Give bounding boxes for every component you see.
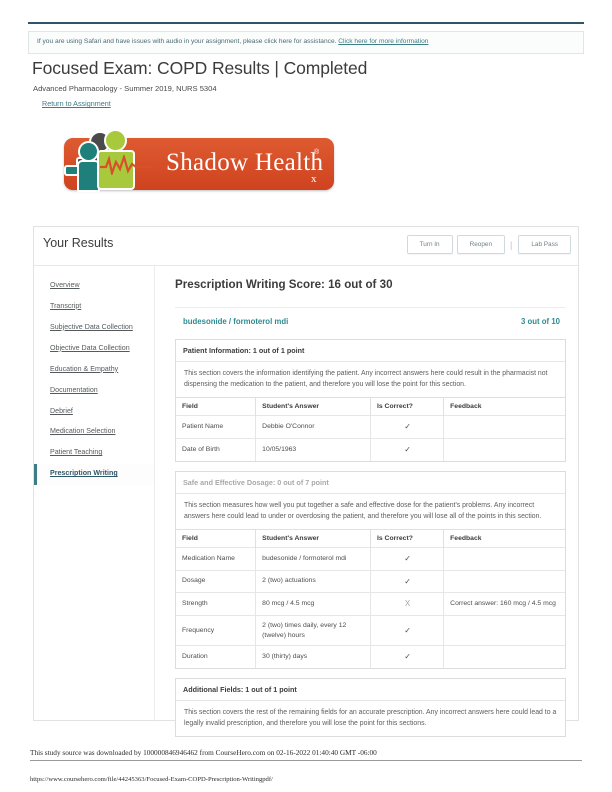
drug-summary-row[interactable]: budesonide / formoterol mdi 3 out of 10 xyxy=(175,307,566,336)
field-column-header: Field xyxy=(176,528,257,548)
cell-student-answer: 10/05/1963 xyxy=(255,437,371,461)
watermark-divider xyxy=(30,760,582,761)
drug-name: budesonide / formoterol mdi xyxy=(183,317,289,326)
drug-score: 3 out of 10 xyxy=(521,317,560,326)
cell-field: Duration xyxy=(176,645,257,668)
results-action-buttons: Turn In Reopen | Lab Pass xyxy=(403,235,571,254)
field-column-header: Field xyxy=(176,397,257,416)
answers-table: Field Student's Answer Is Correct? Feedback… xyxy=(176,528,565,668)
answer-column-header: Student's Answer xyxy=(255,528,371,548)
footer-url: https://www.coursehero.com/file/44245363… xyxy=(30,776,273,783)
score-heading: Prescription Writing Score: 16 out of 30 xyxy=(175,278,393,291)
cell-student-answer: 2 (two) times daily, every 12 (twelve) h… xyxy=(255,614,371,646)
results-body: Overview Transcript Subjective Data Collec… xyxy=(34,266,578,738)
notice-more-info-link[interactable]: Click here for more information xyxy=(338,38,428,45)
feedback-column-header: Feedback xyxy=(443,528,565,548)
cell-student-answer: 30 (thirty) days xyxy=(255,645,371,668)
cell-field: Dosage xyxy=(176,569,257,593)
cell-feedback xyxy=(443,645,565,668)
table-row: Medication Name budesonide / formoterol m… xyxy=(176,546,565,571)
is-correct-column-header: Is Correct? xyxy=(370,528,445,548)
answers-table: Field Student's Answer Is Correct? Feedback… xyxy=(176,397,565,461)
result-section: Additional Fields: 1 out of 1 point This … xyxy=(175,678,566,738)
logo-brand-text: Shadow Health xyxy=(166,149,324,176)
answer-column-header: Student's Answer xyxy=(255,397,371,416)
cross-icon: X xyxy=(370,592,445,616)
reopen-button[interactable]: Reopen xyxy=(456,235,505,254)
table-row: Dosage 2 (two) actuations ✓ xyxy=(176,569,565,593)
table-row: Strength 80 mcg / 4.5 mcg X Correct answer:… xyxy=(176,592,565,616)
results-card: Your Results Turn In Reopen | Lab Pass O… xyxy=(33,226,579,738)
cell-field: Strength xyxy=(176,592,257,616)
check-icon: ✓ xyxy=(370,569,445,593)
cell-student-answer: Debbie O'Connor xyxy=(255,415,371,439)
cell-feedback xyxy=(443,546,565,571)
table-row: Date of Birth 10/05/1963 ✓ xyxy=(176,437,565,461)
feedback-column-header: Feedback xyxy=(443,397,565,416)
results-header: Your Results Turn In Reopen | Lab Pass xyxy=(34,227,578,266)
results-main: Prescription Writing Score: 16 out of 30… xyxy=(155,266,578,738)
cell-student-answer: budesonide / formoterol mdi xyxy=(255,546,371,571)
table-row: Patient Name Debbie O'Connor ✓ xyxy=(176,415,565,439)
course-subtitle: Advanced Pharmacology - Summer 2019, NUR… xyxy=(33,84,217,93)
notice-text: If you are using Safari and have issues … xyxy=(37,38,339,45)
check-icon: ✓ xyxy=(370,614,445,646)
results-heading: Your Results xyxy=(43,236,114,250)
sidebar-item-objective-data-collection[interactable]: Objective Data Collection xyxy=(34,338,154,359)
check-icon: ✓ xyxy=(370,437,445,461)
cell-field: Date of Birth xyxy=(176,437,257,461)
sidebar-item-documentation[interactable]: Documentation xyxy=(34,380,154,401)
coursehero-watermark: This study source was downloaded by 1000… xyxy=(30,748,377,757)
sidebar-item-education-empathy[interactable]: Education & Empathy xyxy=(34,359,154,380)
section-description: This section covers the rest of the rema… xyxy=(184,709,557,728)
cell-field: Frequency xyxy=(176,614,257,646)
return-to-assignment-link[interactable]: Return to Assignment xyxy=(42,99,111,108)
result-section: Patient Information: 1 out of 1 point Thi… xyxy=(175,339,566,462)
check-icon: ✓ xyxy=(370,645,445,668)
check-icon: ✓ xyxy=(370,415,445,439)
section-description: This section covers the information iden… xyxy=(184,370,548,389)
cell-field: Medication Name xyxy=(176,546,257,571)
sidebar-item-overview[interactable]: Overview xyxy=(34,275,154,296)
safari-audio-notice: If you are using Safari and have issues … xyxy=(28,31,584,54)
cell-feedback: Correct answer: 160 mcg / 4.5 mcg xyxy=(443,592,565,616)
turn-in-button[interactable]: Turn In xyxy=(406,235,453,254)
section-title: Additional Fields: 1 out of 1 point xyxy=(176,679,565,701)
sidebar-item-debrief[interactable]: Debrief xyxy=(34,401,154,422)
sidebar-item-transcript[interactable]: Transcript xyxy=(34,296,154,317)
logo-registered-icon: ® xyxy=(314,149,320,156)
section-description: This section measures how well you put t… xyxy=(184,501,542,520)
check-icon: ✓ xyxy=(370,546,445,571)
cell-field: Patient Name xyxy=(176,415,257,439)
cell-feedback xyxy=(443,437,565,461)
document-page: If you are using Safari and have issues … xyxy=(0,0,612,792)
cell-student-answer: 2 (two) actuations xyxy=(255,569,371,593)
cell-student-answer: 80 mcg / 4.5 mcg xyxy=(255,592,371,616)
logo-subscript-x: x xyxy=(311,173,317,185)
sidebar-item-subjective-data-collection[interactable]: Subjective Data Collection xyxy=(34,317,154,338)
sidebar-item-prescription-writing[interactable]: Prescription Writing xyxy=(34,463,154,485)
cell-feedback xyxy=(443,415,565,439)
sections-container: Patient Information: 1 out of 1 point Thi… xyxy=(175,339,566,738)
shadow-health-logo: Shadow Health ® x xyxy=(56,127,338,199)
button-separator: | xyxy=(510,239,513,250)
ekg-heartbeat-icon xyxy=(100,155,152,175)
cell-feedback xyxy=(443,569,565,593)
result-section: Safe and Effective Dosage: 0 out of 7 po… xyxy=(175,470,566,669)
table-header-row: Field Student's Answer Is Correct? Feedback xyxy=(176,528,565,548)
sidebar-item-patient-teaching[interactable]: Patient Teaching xyxy=(34,443,154,464)
section-title: Patient Information: 1 out of 1 point xyxy=(176,340,565,362)
top-divider xyxy=(28,22,584,24)
sidebar-item-medication-selection[interactable]: Medication Selection xyxy=(34,422,154,443)
cell-feedback xyxy=(443,614,565,646)
section-title: Safe and Effective Dosage: 0 out of 7 po… xyxy=(176,472,565,494)
table-header-row: Field Student's Answer Is Correct? Feedback xyxy=(176,397,565,416)
table-row: Frequency 2 (two) times daily, every 12 (… xyxy=(176,614,565,646)
is-correct-column-header: Is Correct? xyxy=(370,397,445,416)
table-row: Duration 30 (thirty) days ✓ xyxy=(176,645,565,668)
results-sidebar: Overview Transcript Subjective Data Collec… xyxy=(34,266,155,722)
lab-pass-button[interactable]: Lab Pass xyxy=(518,235,571,254)
page-title: Focused Exam: COPD Results | Completed xyxy=(32,58,368,78)
